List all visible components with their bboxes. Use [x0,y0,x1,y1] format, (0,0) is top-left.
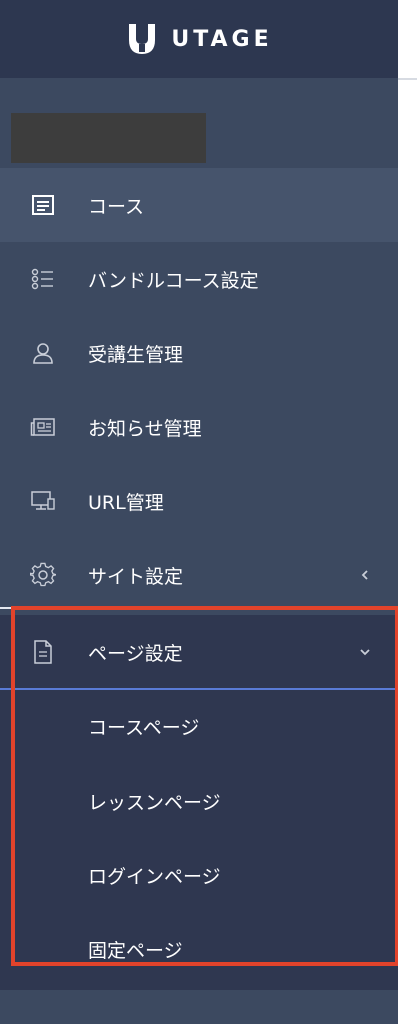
sidebar-item-url-management[interactable]: URL管理 [0,464,398,538]
bullet-list-icon [30,266,56,292]
utage-logo-icon [129,24,156,54]
gear-icon [30,562,56,588]
sidebar-item-student-management[interactable]: 受講生管理 [0,316,398,390]
sidebar-item-site-settings[interactable]: サイト設定 [0,538,398,612]
brand-name: UTAGE [171,26,273,52]
sidebar-item-label: サイト設定 [88,565,184,588]
divider-accent [0,688,398,690]
brand-logo[interactable]: UTAGE [125,22,272,56]
submenu-item-login-page[interactable]: ログインページ [88,862,221,889]
divider [0,607,20,609]
sidebar-item-label: URL管理 [88,491,164,514]
sidebar-item-news-management[interactable]: お知らせ管理 [0,390,398,464]
chevron-down-icon [358,645,372,659]
sidebar-item-page-settings[interactable]: ページ設定 [0,615,398,689]
submenu-item-fixed-page[interactable]: 固定ページ [88,936,183,963]
sidebar-item-label: バンドルコース設定 [88,269,259,292]
sidebar-item-label: コース [88,195,145,218]
logo-bar: UTAGE [0,0,398,78]
header-divider [398,78,417,80]
submenu-item-lesson-page[interactable]: レッスンページ [88,788,221,815]
sidebar-item-label: お知らせ管理 [88,417,202,440]
user-icon [30,340,56,366]
chevron-left-icon [358,568,372,582]
newspaper-icon [30,414,56,440]
sidebar: UTAGE コース バンドルコース設定 受講生管理 お知らせ管理 URL管理 サ… [0,0,399,1024]
monitor-icon [30,488,56,514]
file-icon [30,639,56,665]
sidebar-item-label: 受講生管理 [88,343,184,366]
document-list-icon [30,192,56,218]
submenu-item-course-page[interactable]: コースページ [88,713,199,740]
main-content-edge [398,0,417,1024]
user-name-redacted [11,113,206,163]
sidebar-item-course[interactable]: コース [0,168,398,242]
sidebar-item-bundle-course-settings[interactable]: バンドルコース設定 [0,242,398,316]
sidebar-item-label: ページ設定 [88,642,183,665]
